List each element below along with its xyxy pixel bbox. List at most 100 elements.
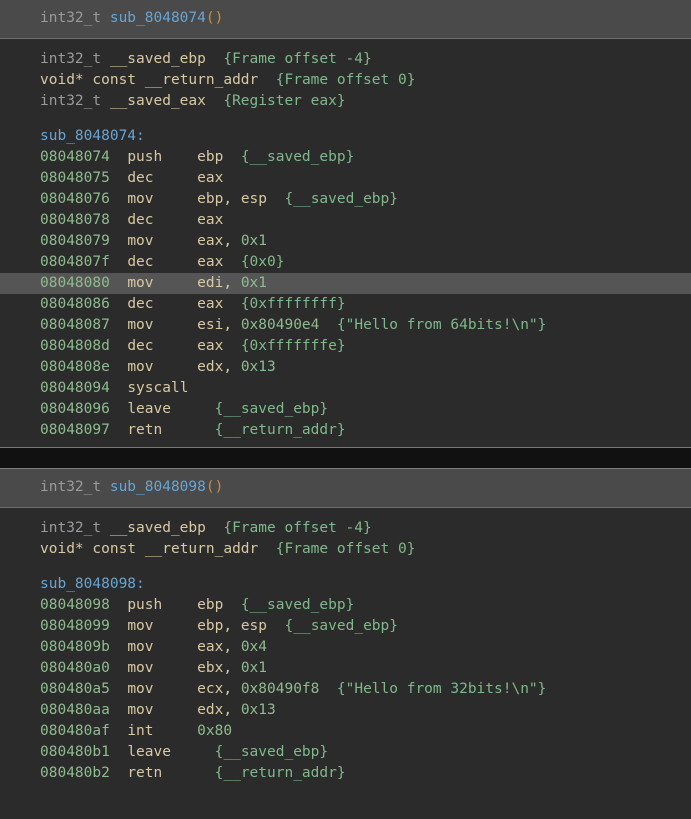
operand-separator: ,	[223, 359, 241, 375]
instruction-mnemonic: mov	[127, 191, 198, 207]
instruction-line[interactable]: 080480b2 retn {__return_addr}	[0, 763, 691, 784]
instruction-line[interactable]: 08048097 retn {__return_addr}	[0, 420, 691, 441]
instruction-mnemonic: mov	[127, 275, 198, 291]
instruction-address: 08048075	[40, 170, 110, 186]
operand-register: ebp	[197, 149, 224, 165]
instruction-mnemonic: mov	[127, 702, 198, 718]
variable-type: void*	[40, 72, 84, 88]
operand-register: eax	[197, 212, 224, 228]
instruction-mnemonic: int	[127, 723, 198, 739]
instruction-line[interactable]: 08048078 dec eax	[0, 210, 691, 231]
instruction-comment: {__return_addr}	[214, 422, 346, 438]
comment-gap	[223, 597, 240, 613]
instruction-line[interactable]: 08048086 dec eax {0xffffffff}	[0, 294, 691, 315]
operand-register: ebx	[197, 660, 224, 676]
operand-register: eax	[197, 233, 224, 249]
instruction-address: 0804808e	[40, 359, 110, 375]
instruction-address: 08048076	[40, 191, 110, 207]
instruction-address: 080480a5	[40, 681, 110, 697]
instruction-address: 08048099	[40, 618, 110, 634]
instruction-address: 08048080	[40, 275, 110, 291]
instruction-mnemonic: mov	[127, 660, 198, 676]
instruction-line[interactable]: 080480a5 mov ecx, 0x80490f8 {"Hello from…	[0, 679, 691, 700]
instruction-line[interactable]: 08048080 mov edi, 0x1	[0, 273, 691, 294]
instruction-line[interactable]: 0804807f dec eax {0x0}	[0, 252, 691, 273]
operand-separator: ,	[223, 233, 241, 249]
variable-declaration-line[interactable]: void* const __return_addr {Frame offset …	[40, 539, 691, 560]
operand-register: ecx	[197, 681, 224, 697]
instruction-line[interactable]: 08048079 mov eax, 0x1	[0, 231, 691, 252]
instruction-line[interactable]: 08048094 syscall	[0, 378, 691, 399]
operand-number: 0x4	[240, 639, 268, 655]
instruction-mnemonic: dec	[127, 296, 198, 312]
variable-type: int32_t	[40, 51, 102, 67]
operand-separator: ,	[223, 639, 241, 655]
instruction-mnemonic: push	[127, 149, 198, 165]
addr-gap	[110, 149, 127, 165]
instruction-line[interactable]: 080480a0 mov ebx, 0x1	[0, 658, 691, 679]
disassembly-view: int32_t sub_8048074() int32_t __saved_ebp…	[0, 0, 691, 819]
instruction-block: sub_8048098: 08048098 push ebp {__saved_e…	[0, 570, 691, 790]
var-space	[136, 72, 145, 88]
addr-gap	[110, 170, 127, 186]
instruction-line[interactable]: 0804808e mov edx, 0x13	[0, 357, 691, 378]
addr-gap	[110, 380, 127, 396]
instruction-mnemonic: retn	[127, 422, 215, 438]
operand-separator: ,	[223, 317, 241, 333]
variable-declaration-line[interactable]: int32_t __saved_ebp {Frame offset -4}	[40, 518, 691, 539]
var-space	[258, 72, 275, 88]
function-return-type: int32_t	[40, 10, 102, 26]
function-header[interactable]: int32_t sub_8048074()	[0, 0, 691, 39]
variable-qualifier: const	[92, 541, 137, 557]
addr-gap	[110, 681, 127, 697]
comment-gap	[223, 254, 240, 270]
variable-qualifier: const	[92, 72, 137, 88]
addr-gap	[110, 338, 127, 354]
instruction-line[interactable]: 0804809b mov eax, 0x4	[0, 637, 691, 658]
instruction-line[interactable]: 08048098 push ebp {__saved_ebp}	[0, 595, 691, 616]
variable-name: __saved_eax	[109, 93, 206, 109]
instruction-address: 080480af	[40, 723, 110, 739]
comment-gap	[319, 681, 336, 697]
comment-gap	[223, 296, 240, 312]
operand-separator: ,	[223, 702, 241, 718]
instruction-line[interactable]: 08048074 push ebp {__saved_ebp}	[0, 147, 691, 168]
addr-gap	[110, 212, 127, 228]
comment-gap	[267, 618, 284, 634]
var-space	[136, 541, 145, 557]
instruction-line[interactable]: 08048096 leave {__saved_ebp}	[0, 399, 691, 420]
var-space	[206, 93, 223, 109]
instruction-line[interactable]: 08048076 mov ebp, esp {__saved_ebp}	[0, 189, 691, 210]
instruction-line[interactable]: 080480aa mov edx, 0x13	[0, 700, 691, 721]
variable-declaration-line[interactable]: int32_t __saved_eax {Register eax}	[40, 91, 691, 112]
comment-gap	[223, 338, 240, 354]
function-header[interactable]: int32_t sub_8048098()	[0, 469, 691, 508]
instruction-mnemonic: push	[127, 597, 198, 613]
instruction-line[interactable]: 08048087 mov esi, 0x80490e4 {"Hello from…	[0, 315, 691, 336]
variable-name: __saved_ebp	[109, 520, 206, 536]
instruction-comment: {__saved_ebp}	[240, 597, 355, 613]
addr-gap	[110, 401, 127, 417]
variable-type: int32_t	[40, 520, 102, 536]
variable-declaration-line[interactable]: int32_t __saved_ebp {Frame offset -4}	[40, 49, 691, 70]
instruction-comment: {0xffffffff}	[240, 296, 346, 312]
function-label-line[interactable]: sub_8048074:	[0, 126, 691, 147]
operand-separator: ,	[223, 191, 241, 207]
instruction-line[interactable]: 08048099 mov ebp, esp {__saved_ebp}	[0, 616, 691, 637]
instruction-line[interactable]: 080480b1 leave {__saved_ebp}	[0, 742, 691, 763]
instruction-address: 080480b1	[40, 744, 110, 760]
variable-comment: {Frame offset 0}	[275, 72, 416, 88]
operand-number: 0x13	[240, 702, 276, 718]
var-space	[258, 541, 275, 557]
instruction-address: 08048074	[40, 149, 110, 165]
instruction-line[interactable]: 0804808d dec eax {0xfffffffe}	[0, 336, 691, 357]
instruction-line[interactable]: 08048075 dec eax	[0, 168, 691, 189]
function-label-line[interactable]: sub_8048098:	[0, 574, 691, 595]
operand-number: 0x13	[240, 359, 276, 375]
addr-gap	[110, 254, 127, 270]
instruction-line[interactable]: 080480af int 0x80	[0, 721, 691, 742]
instruction-comment: {__return_addr}	[214, 765, 346, 781]
variable-comment: {Register eax}	[223, 93, 346, 109]
addr-gap	[110, 275, 127, 291]
variable-declaration-line[interactable]: void* const __return_addr {Frame offset …	[40, 70, 691, 91]
